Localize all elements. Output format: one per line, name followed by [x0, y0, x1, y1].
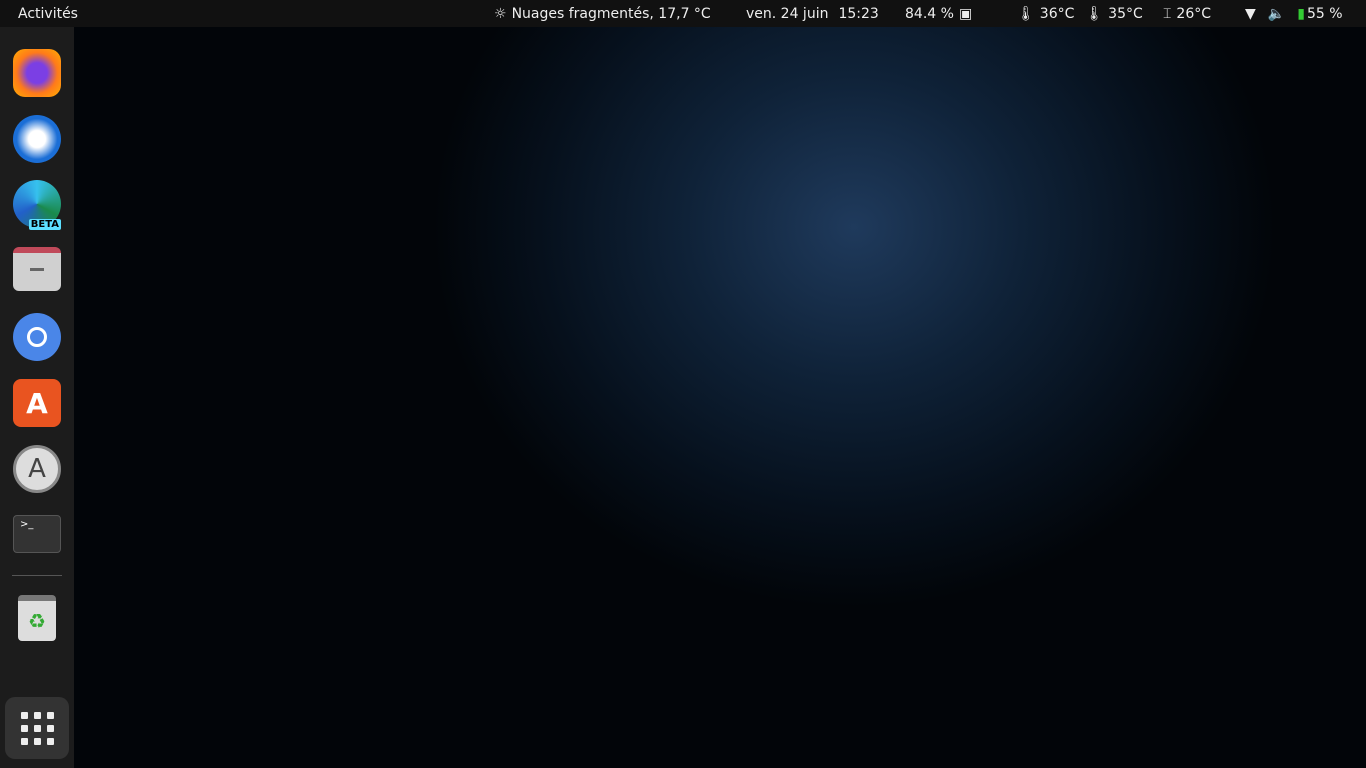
show-applications-button[interactable]	[5, 697, 69, 759]
disk-temp-indicator[interactable]: ⌶ 26°C	[1163, 0, 1211, 27]
edge-icon: BETA	[28, 219, 61, 230]
recycle-icon: ♻	[28, 609, 46, 633]
weather-indicator[interactable]: ☼ Nuages fragmentés, 17,7 °C	[494, 0, 711, 27]
chromium-icon	[27, 327, 47, 347]
battery-icon: ▮	[1297, 5, 1305, 22]
cpu-chip-icon: ▣	[958, 5, 973, 22]
terminal-icon: >_	[20, 519, 34, 530]
dock: BETA A A >_ ♻	[0, 27, 74, 768]
thermometer-icon: 🌡	[1017, 5, 1035, 22]
dock-terminal[interactable]: >_	[13, 515, 61, 553]
folder-icon	[30, 267, 44, 271]
wifi-icon: ▼	[1245, 5, 1256, 22]
dock-thunderbird[interactable]	[13, 115, 61, 163]
dock-firefox[interactable]	[13, 49, 61, 97]
dock-separator	[12, 575, 62, 576]
cpu-indicator[interactable]: 84.4 % ▣	[905, 0, 972, 27]
activities-button[interactable]: Activités	[18, 0, 78, 27]
top-bar: Activités ☼ Nuages fragmentés, 17,7 °C ve…	[0, 0, 1366, 27]
drive-icon: ⌶	[1163, 5, 1172, 22]
thermometer-icon: 🌡	[1085, 5, 1104, 22]
volume-icon: 🔈	[1267, 5, 1286, 22]
dock-software-updater[interactable]: A	[13, 445, 61, 493]
system-menu[interactable]: ▼ 🔈 ▮ 55 %	[1245, 0, 1343, 27]
dock-files[interactable]	[13, 247, 61, 291]
dock-trash[interactable]: ♻	[18, 595, 56, 641]
desktop-wallpaper	[74, 27, 1366, 768]
temp-indicator[interactable]: 🌡 36°C 🌡 35°C	[1017, 0, 1143, 27]
dock-chromium[interactable]	[13, 313, 61, 361]
updater-icon: A	[28, 454, 46, 484]
dock-edge-beta[interactable]: BETA	[13, 180, 61, 230]
weather-cloud-sun-icon: ☼	[494, 5, 507, 22]
software-bag-icon: A	[26, 386, 48, 420]
clock[interactable]: ven. 24 juin 15:23	[746, 0, 879, 27]
dock-ubuntu-software[interactable]: A	[13, 379, 61, 427]
